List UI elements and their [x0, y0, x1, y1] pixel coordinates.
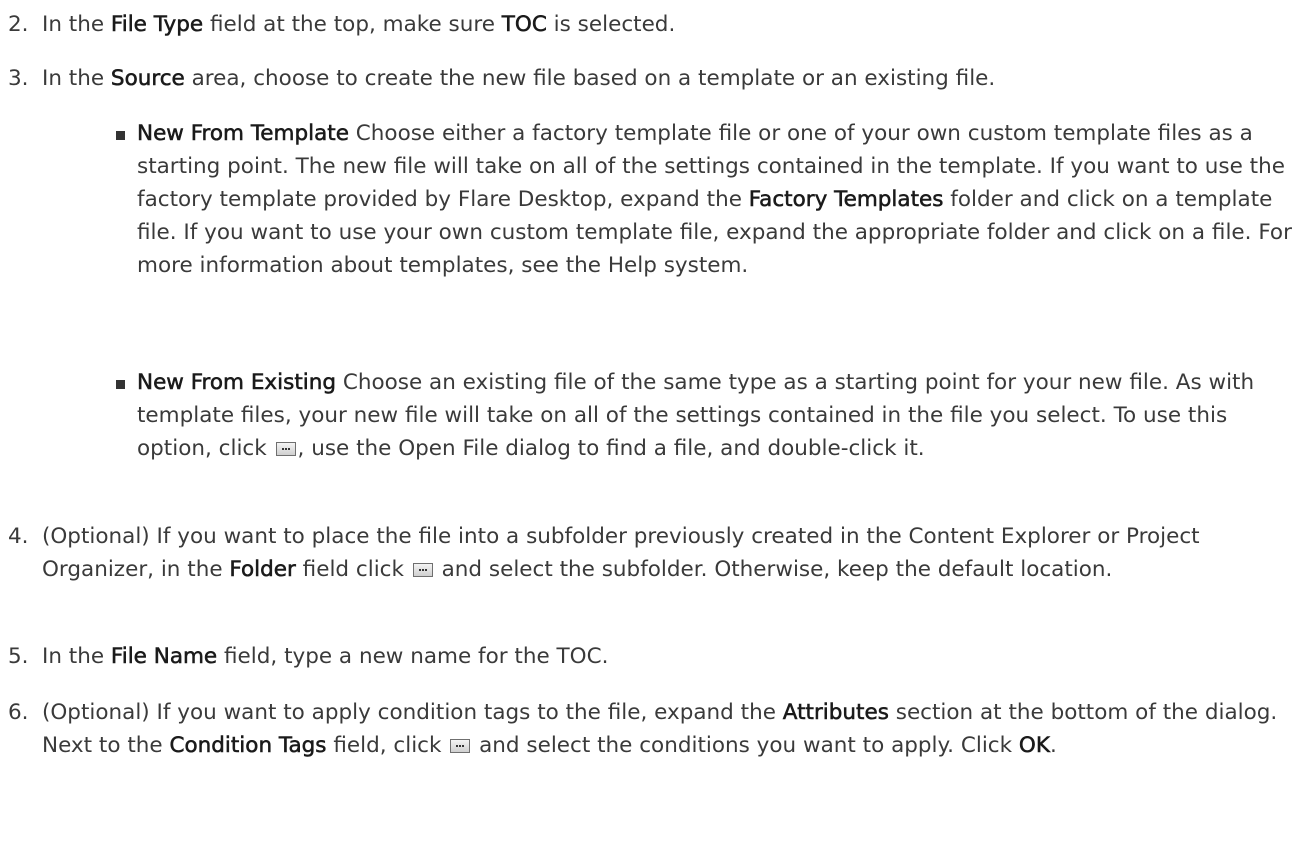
list-item-text: New From Existing Choose an existing fil… — [137, 366, 1297, 465]
step-number: 6. — [8, 700, 29, 725]
ui-term-source: Source — [110, 66, 185, 92]
ui-term-attributes: Attributes — [782, 700, 889, 726]
ui-term-ok: OK — [1018, 733, 1051, 759]
text-run: , use the Open File dialog to find a fil… — [297, 436, 925, 461]
text-run: is selected. — [546, 12, 676, 37]
help-document: 2. In the File Type field at the top, ma… — [0, 0, 1297, 865]
list-item-text: New From Template Choose either a factor… — [137, 117, 1297, 282]
text-run: field, type a new name for the TOC. — [217, 644, 609, 669]
step-text: In the File Type field at the top, make … — [42, 8, 1290, 41]
ui-term-folder: Folder — [229, 557, 296, 583]
bullet-square-icon — [116, 380, 125, 389]
ui-term-file-name: File Name — [110, 644, 218, 670]
text-run: In the — [42, 644, 111, 669]
ellipsis-browse-icon — [450, 739, 471, 753]
ui-term-condition-tags: Condition Tags — [169, 733, 327, 759]
text-run: In the — [42, 12, 111, 37]
text-run: field at the top, make sure — [203, 12, 502, 37]
text-run: . — [1049, 733, 1057, 758]
text-run: field click — [295, 557, 411, 582]
step-number: 3. — [8, 66, 29, 91]
step-number: 5. — [8, 644, 29, 669]
ellipsis-browse-icon — [275, 442, 296, 456]
text-run: and select the conditions you want to ap… — [472, 733, 1019, 758]
text-run: In the — [42, 66, 111, 91]
step-number: 2. — [8, 12, 29, 37]
text-run: (Optional) If you want to apply conditio… — [42, 700, 783, 725]
text-run: and select the subfolder. Otherwise, kee… — [434, 557, 1113, 582]
ui-term-factory-templates: Factory Templates — [748, 187, 944, 213]
step-text: In the Source area, choose to create the… — [42, 62, 1290, 95]
step-text: (Optional) If you want to apply conditio… — [42, 696, 1290, 762]
step-text: In the File Name field, type a new name … — [42, 640, 1290, 673]
bullet-square-icon — [116, 131, 125, 140]
step-text: (Optional) If you want to place the file… — [42, 520, 1290, 586]
ellipsis-browse-icon — [412, 563, 433, 577]
ui-term-new-from-existing: New From Existing — [137, 370, 337, 396]
text-run: area, choose to create the new file base… — [184, 66, 996, 91]
ui-term-file-type: File Type — [110, 12, 204, 38]
text-run: field, click — [326, 733, 449, 758]
ui-term-toc: TOC — [501, 12, 547, 38]
ui-term-new-from-template: New From Template — [137, 121, 349, 147]
step-number: 4. — [8, 524, 29, 549]
